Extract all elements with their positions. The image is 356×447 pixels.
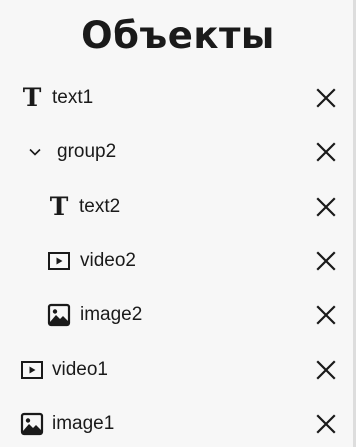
chevron-down-icon[interactable] <box>25 140 45 164</box>
objects-panel: Объекты T text1 group2 T text2 video2 im… <box>0 0 356 447</box>
panel-title: Объекты <box>81 14 275 57</box>
remove-video2-button[interactable] <box>315 250 337 272</box>
list-item-label: video2 <box>80 250 136 271</box>
list-item-label: video1 <box>52 359 108 380</box>
list-item-video1[interactable]: video1 <box>0 343 350 397</box>
list-item-image2[interactable]: image2 <box>0 288 350 342</box>
close-icon <box>316 251 336 271</box>
list-item-label: group2 <box>57 141 117 162</box>
list-item-text1[interactable]: T text1 <box>0 71 350 125</box>
text-icon: T <box>49 192 69 221</box>
remove-group2-button[interactable] <box>315 141 337 163</box>
list-item-label: image1 <box>52 413 115 434</box>
close-icon <box>316 414 336 434</box>
remove-text2-button[interactable] <box>315 196 337 218</box>
list-item-label: image2 <box>80 304 143 325</box>
remove-video1-button[interactable] <box>315 359 337 381</box>
close-icon <box>316 88 336 108</box>
list-item-group2[interactable]: group2 <box>0 125 350 179</box>
list-item-label: text1 <box>52 87 94 108</box>
close-icon <box>316 197 336 217</box>
close-icon <box>316 305 336 325</box>
remove-text1-button[interactable] <box>315 87 337 109</box>
list-item-image1[interactable]: image1 <box>0 397 350 447</box>
close-icon <box>316 360 336 380</box>
text-icon: T <box>22 83 42 112</box>
remove-image1-button[interactable] <box>315 413 337 435</box>
list-item-video2[interactable]: video2 <box>0 234 350 288</box>
video-icon <box>20 358 44 382</box>
close-icon <box>316 142 336 162</box>
list-item-text2[interactable]: T text2 <box>0 180 350 234</box>
video-icon <box>47 249 71 273</box>
image-icon <box>20 412 44 436</box>
image-icon <box>47 303 71 327</box>
remove-image2-button[interactable] <box>315 304 337 326</box>
list-item-label: text2 <box>79 196 121 217</box>
